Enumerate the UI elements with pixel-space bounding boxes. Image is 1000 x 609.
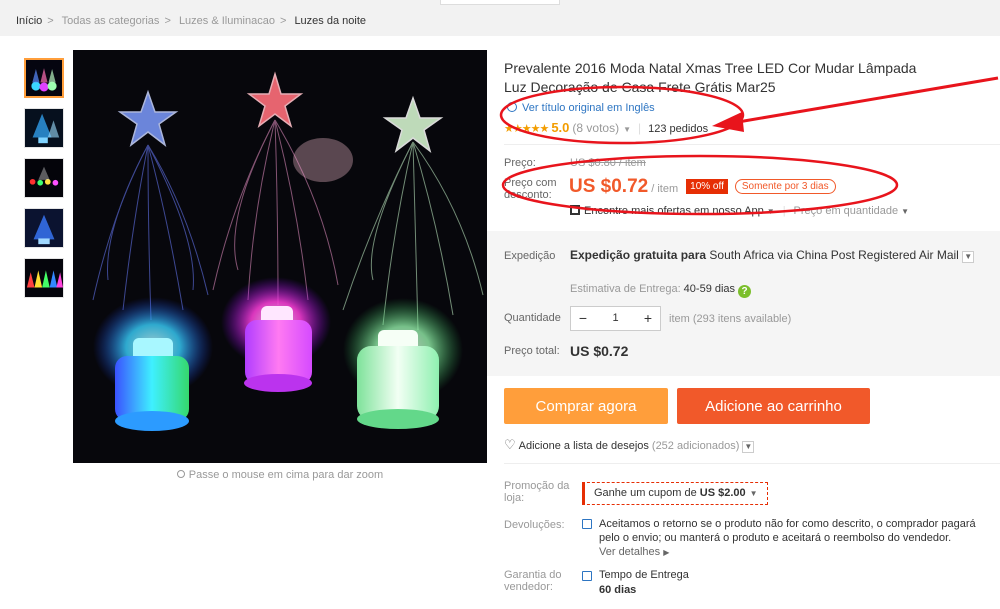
heart-icon[interactable]: ♡ — [504, 437, 516, 452]
returns-details-text: Ver detalhes — [599, 546, 661, 558]
estimate-value: 40-59 dias — [683, 283, 736, 295]
top-tab — [440, 0, 560, 5]
wishlist-label[interactable]: Adicione a lista de desejos — [519, 440, 649, 452]
breadcrumb: Início > Todas as categorias > Luzes & Ilu… — [0, 8, 1000, 36]
thumbnail-4[interactable] — [24, 208, 64, 248]
zoom-hint: Passe o mouse em cima para dar zoom — [73, 469, 487, 481]
estimate-label: Estimativa de Entrega: — [570, 283, 681, 295]
breadcrumb-separator: > — [164, 15, 171, 27]
wishlist-count: (252 adicionados) — [651, 440, 740, 452]
total-price-label: Preço total: — [504, 345, 560, 357]
quantity-stepper: − 1 + — [570, 306, 661, 331]
divider: | — [638, 121, 642, 135]
price-unit: / item — [651, 183, 679, 195]
shipping-box: Expedição Expedição gratuita para South … — [487, 231, 1000, 376]
thumbnail-list — [24, 58, 66, 308]
app-offer-row: Encontre mais ofertas em nosso App ▼ | Preç… — [570, 205, 909, 217]
rating-stars-icon: ★★★★★ — [504, 123, 549, 135]
seller-guarantee-label: Garantia do vendedor: — [504, 569, 562, 593]
increment-button[interactable]: + — [636, 307, 660, 330]
rating-score: 5.0 — [551, 120, 570, 135]
chevron-down-icon[interactable]: ▼ — [750, 489, 758, 498]
price-label: Preço: — [504, 157, 536, 169]
calendar-icon — [582, 571, 592, 581]
chevron-down-icon[interactable]: ▼ — [962, 251, 975, 263]
thumbnail-5[interactable] — [24, 258, 64, 298]
discount-price: US $0.72 — [569, 176, 649, 197]
magnifier-icon — [176, 470, 185, 478]
divider-line — [504, 144, 1000, 145]
returns-details-link[interactable]: Ver detalhes ▶ — [599, 546, 669, 558]
orders-count: 123 pedidos — [648, 123, 709, 135]
quantity-input[interactable]: 1 — [595, 307, 636, 330]
guarantee-title: Tempo de Entrega — [599, 569, 689, 581]
guarantee-value: 60 dias — [599, 584, 637, 596]
limited-time-badge: Somente por 3 dias — [734, 179, 836, 194]
shipping-label: Expedição — [504, 250, 556, 262]
app-offer-link[interactable]: Encontre mais ofertas em nosso App — [584, 205, 764, 217]
qr-code-icon — [570, 205, 580, 215]
thumbnail-3[interactable] — [24, 158, 64, 198]
chevron-down-icon[interactable]: ▼ — [767, 207, 775, 216]
christmas-tree-lamps-image — [73, 50, 487, 463]
product-info-panel: Prevalente 2016 Moda Natal Xmas Tree LED… — [487, 50, 1000, 609]
rating-row: ★★★★★ 5.0 (8 votos) ▼ | 123 pedidos — [504, 120, 708, 135]
divider-line — [504, 463, 1000, 464]
returns-icon — [582, 519, 592, 529]
total-price: US $0.72 — [570, 343, 629, 359]
wishlist-row[interactable]: ♡ Adicione a lista de desejos (252 adicion… — [504, 437, 755, 453]
breadcrumb-current: Luzes da noite — [294, 15, 366, 27]
coupon-value: US $2.00 — [699, 487, 746, 499]
decrement-button[interactable]: − — [571, 307, 595, 330]
discount-price-row: US $0.72/ item 10% off Somente por 3 dias — [569, 176, 836, 198]
chevron-down-icon[interactable]: ▼ — [901, 207, 909, 216]
breadcrumb-separator: > — [279, 15, 287, 27]
shipping-destination: South Africa via China Post Registered A… — [709, 248, 959, 262]
coupon-button[interactable]: Ganhe um cupom de US $2.00 ▼ — [582, 482, 768, 505]
rating-votes[interactable]: (8 votos) — [572, 121, 619, 135]
thumbnail-1[interactable] — [24, 58, 64, 98]
thumbnail-2[interactable] — [24, 108, 64, 148]
original-price: US $0.80 / item — [570, 157, 646, 169]
shipping-text: Expedição gratuita para — [570, 248, 707, 262]
store-promotion-label: Promoção da loja: — [504, 480, 570, 504]
top-strip — [0, 0, 1000, 8]
product-title: Prevalente 2016 Moda Natal Xmas Tree LED… — [504, 60, 917, 95]
original-title-text: Ver título original em Inglês — [522, 102, 655, 114]
chevron-right-icon: ▶ — [663, 548, 670, 557]
buy-now-button[interactable]: Comprar agora — [504, 388, 668, 424]
add-to-cart-button[interactable]: Adicione ao carrinho — [677, 388, 870, 424]
breadcrumb-lights[interactable]: Luzes & Iluminacao — [179, 15, 275, 27]
breadcrumb-all-categories[interactable]: Todas as categorias — [62, 15, 160, 27]
main-product-image[interactable] — [73, 50, 487, 463]
translate-icon — [507, 102, 517, 112]
breadcrumb-home[interactable]: Início — [16, 15, 42, 27]
returns-label: Devoluções: — [504, 519, 565, 531]
chevron-down-icon[interactable]: ▼ — [623, 125, 631, 134]
help-icon[interactable]: ? — [738, 285, 752, 298]
quantity-price-link[interactable]: Preço em quantidade — [794, 205, 899, 217]
chevron-down-icon[interactable]: ▼ — [742, 441, 755, 453]
zoom-hint-text: Passe o mouse em cima para dar zoom — [188, 469, 384, 481]
discount-price-label: Preço com desconto: — [504, 177, 557, 201]
coupon-text: Ganhe um cupom de — [594, 487, 697, 499]
availability-text: item (293 itens available) — [669, 313, 792, 325]
returns-policy-text: Aceitamos o retorno se o produto não for… — [599, 518, 976, 544]
shipping-method[interactable]: Expedição gratuita para South Africa via… — [570, 248, 995, 263]
discount-badge: 10% off — [686, 179, 728, 194]
divider: | — [782, 205, 786, 217]
original-title-link[interactable]: Ver título original em Inglês — [507, 102, 655, 114]
quantity-label: Quantidade — [504, 312, 561, 324]
delivery-estimate: Estimativa de Entrega: 40-59 dias? — [570, 283, 752, 298]
breadcrumb-separator: > — [47, 15, 54, 27]
